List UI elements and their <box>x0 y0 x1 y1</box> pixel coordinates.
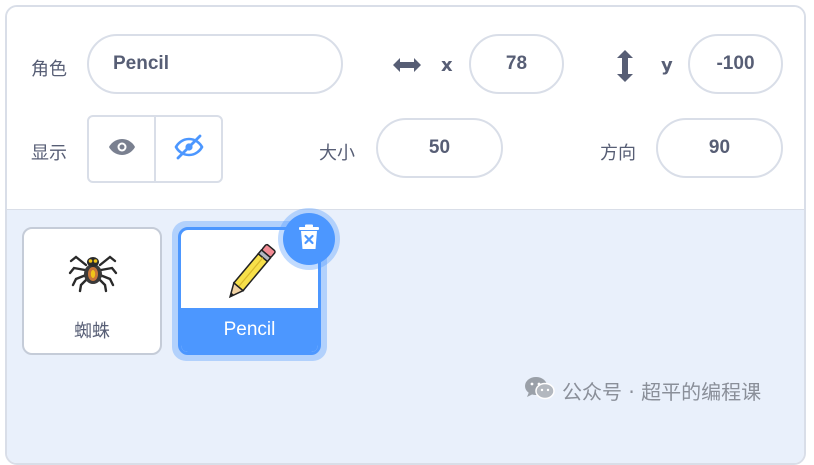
show-toggle <box>87 115 223 183</box>
delete-sprite-button[interactable] <box>283 213 335 265</box>
eye-slash-icon <box>174 134 204 164</box>
sprite-name-input[interactable]: Pencil <box>87 34 343 94</box>
pencil-icon <box>219 238 281 312</box>
show-button[interactable] <box>89 117 154 181</box>
spider-icon <box>68 247 118 297</box>
eye-icon <box>108 137 136 161</box>
horizontal-arrows-icon <box>391 55 423 79</box>
show-label: 显示 <box>31 143 67 164</box>
watermark: 公众号 · 超平的编程课 <box>524 375 761 406</box>
sprite-name-label: 角色 <box>31 59 67 80</box>
size-label: 大小 <box>319 143 355 164</box>
sprite-tile-spider[interactable]: 蜘蛛 <box>22 227 162 355</box>
sprite-name: 蜘蛛 <box>74 321 110 342</box>
size-input[interactable]: 50 <box>376 118 503 178</box>
hide-button[interactable] <box>154 117 221 181</box>
x-label: x <box>441 55 453 76</box>
vertical-arrows-icon <box>615 49 635 87</box>
sprite-info-panel: 角色 Pencil x 78 y -100 显示 大小 50 方向 90 蜘蛛 … <box>5 5 806 465</box>
sprite-list-pane: 蜘蛛 Pencil 公众号 · 超平的编程课 <box>7 208 804 463</box>
trash-icon <box>298 224 320 254</box>
direction-input[interactable]: 90 <box>656 118 783 178</box>
y-label: y <box>661 55 673 76</box>
watermark-text: 公众号 · 超平的编程课 <box>562 380 762 404</box>
sprite-name: Pencil <box>181 308 318 352</box>
wechat-icon <box>524 375 556 406</box>
direction-label: 方向 <box>600 143 636 164</box>
y-input[interactable]: -100 <box>688 34 783 94</box>
sprite-info-section: 角色 Pencil x 78 y -100 显示 大小 50 方向 90 <box>7 7 804 210</box>
x-input[interactable]: 78 <box>469 34 564 94</box>
